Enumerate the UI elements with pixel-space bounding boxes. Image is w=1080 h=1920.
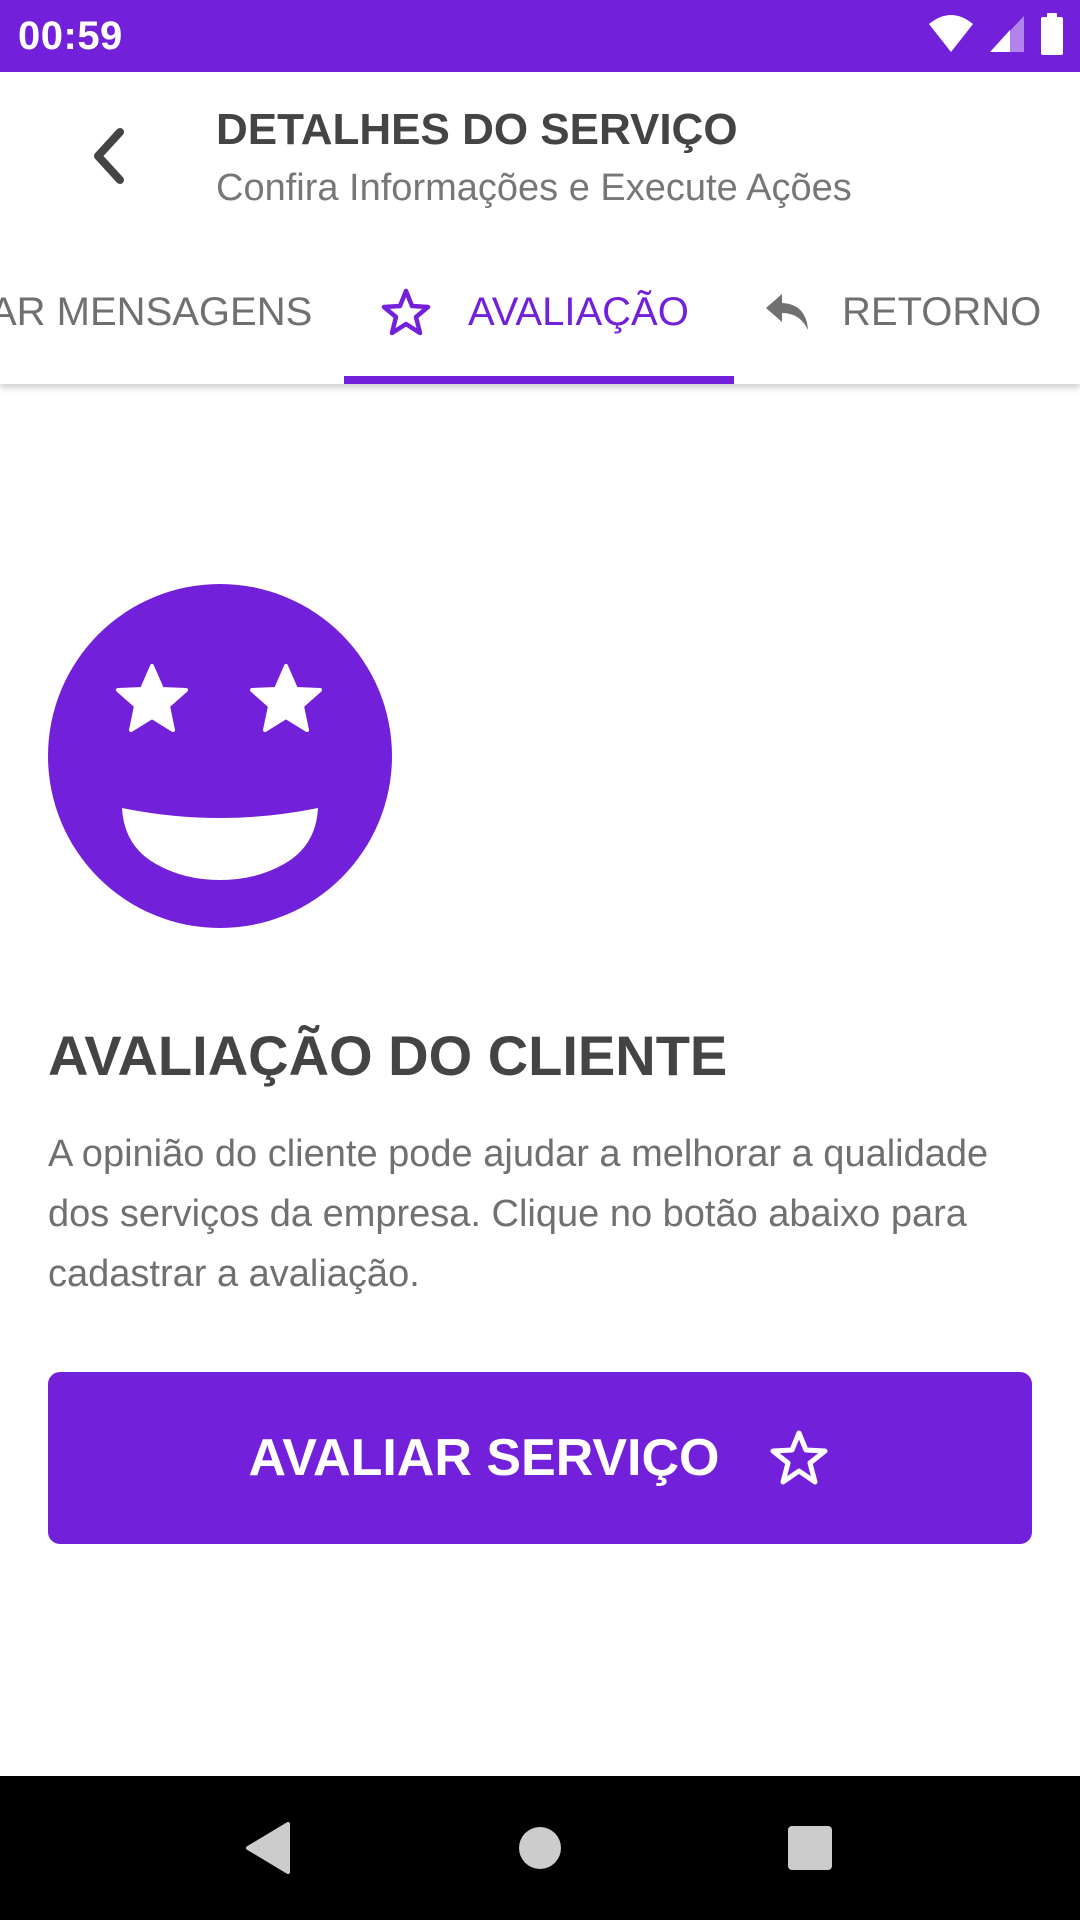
status-bar: 00:59 (0, 0, 1080, 72)
page-title: DETALHES DO SERVIÇO (216, 105, 738, 154)
tab-messages[interactable]: AR MENSAGENS (0, 240, 312, 384)
signal-icon (988, 14, 1026, 59)
page-subtitle: Confira Informações e Execute Ações (216, 167, 852, 209)
screen: 00:59 DETALHES DO SERVIÇO Confira Inform… (0, 0, 1080, 1920)
star-outline-icon (767, 1426, 831, 1490)
status-icons (928, 12, 1064, 60)
tab-rating[interactable]: AVALIAÇÃO (344, 240, 734, 384)
status-time: 00:59 (18, 14, 123, 58)
tab-return[interactable]: RETORNO (760, 240, 1041, 384)
reply-icon (760, 284, 816, 340)
star-outline-icon (378, 284, 434, 340)
nav-recents-icon[interactable] (774, 1812, 846, 1884)
tab-return-label: RETORNO (842, 289, 1042, 334)
chevron-left-icon (88, 127, 128, 189)
tab-indicator (344, 376, 734, 384)
system-nav-bar (0, 1776, 1080, 1920)
app-bar: DETALHES DO SERVIÇO Confira Informações … (0, 72, 1080, 384)
wifi-icon (928, 14, 974, 59)
tab-rating-label: AVALIAÇÃO (468, 289, 689, 334)
tab-messages-label: AR MENSAGENS (0, 289, 313, 334)
section-title: AVALIAÇÃO DO CLIENTE (48, 1024, 728, 1087)
rate-service-button-label: AVALIAR SERVIÇO (248, 1429, 720, 1487)
back-button[interactable] (70, 120, 146, 196)
star-struck-emoji-icon (48, 584, 392, 928)
tab-bar: AR MENSAGENS AVALIAÇÃO RETORNO (0, 240, 1080, 384)
rate-service-button[interactable]: AVALIAR SERVIÇO (48, 1372, 1032, 1544)
battery-icon (1040, 12, 1064, 60)
section-description: A opinião do cliente pode ajudar a melho… (48, 1133, 989, 1295)
nav-back-icon[interactable] (232, 1812, 304, 1884)
nav-home-icon[interactable] (504, 1812, 576, 1884)
